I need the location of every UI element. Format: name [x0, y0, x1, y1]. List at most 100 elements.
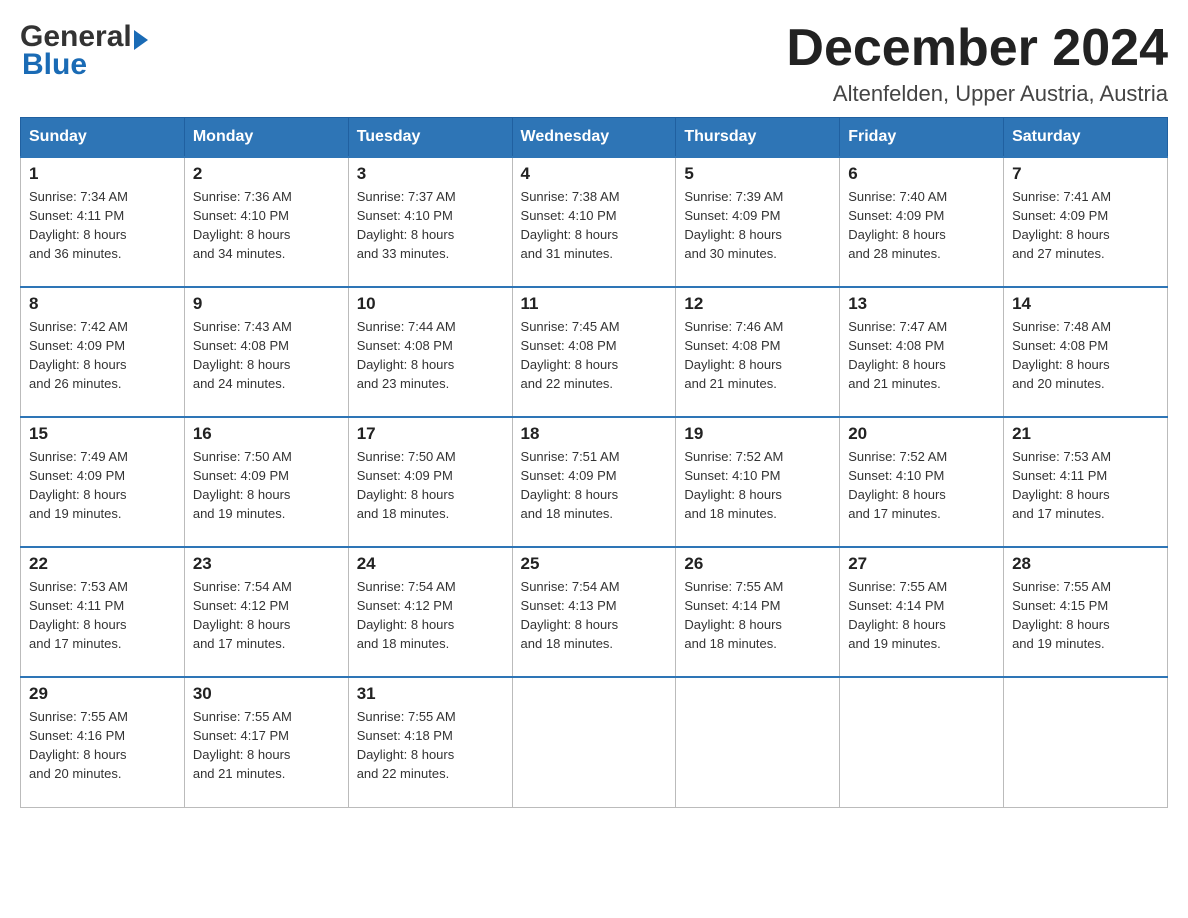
day-info: Sunrise: 7:48 AMSunset: 4:08 PMDaylight:…: [1012, 319, 1111, 391]
calendar-cell: 1 Sunrise: 7:34 AMSunset: 4:11 PMDayligh…: [21, 157, 185, 287]
day-info: Sunrise: 7:54 AMSunset: 4:12 PMDaylight:…: [357, 579, 456, 651]
day-number: 8: [29, 294, 176, 314]
calendar-cell: 28 Sunrise: 7:55 AMSunset: 4:15 PMDaylig…: [1004, 547, 1168, 677]
day-info: Sunrise: 7:55 AMSunset: 4:18 PMDaylight:…: [357, 709, 456, 781]
month-title: December 2024: [786, 20, 1168, 77]
day-info: Sunrise: 7:55 AMSunset: 4:15 PMDaylight:…: [1012, 579, 1111, 651]
day-number: 1: [29, 164, 176, 184]
day-info: Sunrise: 7:34 AMSunset: 4:11 PMDaylight:…: [29, 189, 128, 261]
day-info: Sunrise: 7:54 AMSunset: 4:13 PMDaylight:…: [521, 579, 620, 651]
day-info: Sunrise: 7:52 AMSunset: 4:10 PMDaylight:…: [684, 449, 783, 521]
week-row-1: 1 Sunrise: 7:34 AMSunset: 4:11 PMDayligh…: [21, 157, 1168, 287]
calendar-cell: 6 Sunrise: 7:40 AMSunset: 4:09 PMDayligh…: [840, 157, 1004, 287]
page-header: General Blue December 2024 Altenfelden, …: [20, 20, 1168, 107]
day-info: Sunrise: 7:47 AMSunset: 4:08 PMDaylight:…: [848, 319, 947, 391]
day-number: 3: [357, 164, 504, 184]
calendar-cell: 22 Sunrise: 7:53 AMSunset: 4:11 PMDaylig…: [21, 547, 185, 677]
day-info: Sunrise: 7:54 AMSunset: 4:12 PMDaylight:…: [193, 579, 292, 651]
day-info: Sunrise: 7:45 AMSunset: 4:08 PMDaylight:…: [521, 319, 620, 391]
calendar-cell: 5 Sunrise: 7:39 AMSunset: 4:09 PMDayligh…: [676, 157, 840, 287]
day-number: 30: [193, 684, 340, 704]
day-info: Sunrise: 7:50 AMSunset: 4:09 PMDaylight:…: [193, 449, 292, 521]
day-info: Sunrise: 7:44 AMSunset: 4:08 PMDaylight:…: [357, 319, 456, 391]
calendar-cell: [1004, 677, 1168, 807]
weekday-header-wednesday: Wednesday: [512, 118, 676, 158]
day-number: 11: [521, 294, 668, 314]
day-info: Sunrise: 7:55 AMSunset: 4:14 PMDaylight:…: [848, 579, 947, 651]
day-info: Sunrise: 7:52 AMSunset: 4:10 PMDaylight:…: [848, 449, 947, 521]
day-info: Sunrise: 7:37 AMSunset: 4:10 PMDaylight:…: [357, 189, 456, 261]
calendar-cell: 15 Sunrise: 7:49 AMSunset: 4:09 PMDaylig…: [21, 417, 185, 547]
day-number: 19: [684, 424, 831, 444]
day-info: Sunrise: 7:55 AMSunset: 4:16 PMDaylight:…: [29, 709, 128, 781]
calendar-cell: 19 Sunrise: 7:52 AMSunset: 4:10 PMDaylig…: [676, 417, 840, 547]
day-info: Sunrise: 7:50 AMSunset: 4:09 PMDaylight:…: [357, 449, 456, 521]
day-number: 15: [29, 424, 176, 444]
day-number: 9: [193, 294, 340, 314]
day-number: 29: [29, 684, 176, 704]
week-row-2: 8 Sunrise: 7:42 AMSunset: 4:09 PMDayligh…: [21, 287, 1168, 417]
calendar-cell: [840, 677, 1004, 807]
day-number: 27: [848, 554, 995, 574]
weekday-header-sunday: Sunday: [21, 118, 185, 158]
calendar-cell: 2 Sunrise: 7:36 AMSunset: 4:10 PMDayligh…: [184, 157, 348, 287]
calendar-cell: 27 Sunrise: 7:55 AMSunset: 4:14 PMDaylig…: [840, 547, 1004, 677]
week-row-5: 29 Sunrise: 7:55 AMSunset: 4:16 PMDaylig…: [21, 677, 1168, 807]
day-number: 13: [848, 294, 995, 314]
logo-arrow-icon: [134, 30, 148, 50]
calendar-cell: 11 Sunrise: 7:45 AMSunset: 4:08 PMDaylig…: [512, 287, 676, 417]
calendar-cell: [512, 677, 676, 807]
calendar-cell: 14 Sunrise: 7:48 AMSunset: 4:08 PMDaylig…: [1004, 287, 1168, 417]
calendar-cell: 31 Sunrise: 7:55 AMSunset: 4:18 PMDaylig…: [348, 677, 512, 807]
calendar-cell: 23 Sunrise: 7:54 AMSunset: 4:12 PMDaylig…: [184, 547, 348, 677]
day-info: Sunrise: 7:43 AMSunset: 4:08 PMDaylight:…: [193, 319, 292, 391]
day-number: 25: [521, 554, 668, 574]
calendar-cell: 25 Sunrise: 7:54 AMSunset: 4:13 PMDaylig…: [512, 547, 676, 677]
day-number: 22: [29, 554, 176, 574]
day-number: 28: [1012, 554, 1159, 574]
day-info: Sunrise: 7:41 AMSunset: 4:09 PMDaylight:…: [1012, 189, 1111, 261]
calendar-cell: 26 Sunrise: 7:55 AMSunset: 4:14 PMDaylig…: [676, 547, 840, 677]
calendar-cell: [676, 677, 840, 807]
week-row-4: 22 Sunrise: 7:53 AMSunset: 4:11 PMDaylig…: [21, 547, 1168, 677]
weekday-header-saturday: Saturday: [1004, 118, 1168, 158]
calendar-cell: 7 Sunrise: 7:41 AMSunset: 4:09 PMDayligh…: [1004, 157, 1168, 287]
day-number: 20: [848, 424, 995, 444]
title-area: December 2024 Altenfelden, Upper Austria…: [786, 20, 1168, 107]
day-number: 26: [684, 554, 831, 574]
logo-blue-text: Blue: [22, 48, 87, 82]
calendar-cell: 12 Sunrise: 7:46 AMSunset: 4:08 PMDaylig…: [676, 287, 840, 417]
day-info: Sunrise: 7:46 AMSunset: 4:08 PMDaylight:…: [684, 319, 783, 391]
calendar-cell: 30 Sunrise: 7:55 AMSunset: 4:17 PMDaylig…: [184, 677, 348, 807]
calendar-cell: 8 Sunrise: 7:42 AMSunset: 4:09 PMDayligh…: [21, 287, 185, 417]
calendar-cell: 16 Sunrise: 7:50 AMSunset: 4:09 PMDaylig…: [184, 417, 348, 547]
day-number: 16: [193, 424, 340, 444]
day-number: 7: [1012, 164, 1159, 184]
calendar-cell: 21 Sunrise: 7:53 AMSunset: 4:11 PMDaylig…: [1004, 417, 1168, 547]
week-row-3: 15 Sunrise: 7:49 AMSunset: 4:09 PMDaylig…: [21, 417, 1168, 547]
day-info: Sunrise: 7:39 AMSunset: 4:09 PMDaylight:…: [684, 189, 783, 261]
day-info: Sunrise: 7:51 AMSunset: 4:09 PMDaylight:…: [521, 449, 620, 521]
day-number: 14: [1012, 294, 1159, 314]
calendar-cell: 17 Sunrise: 7:50 AMSunset: 4:09 PMDaylig…: [348, 417, 512, 547]
day-number: 5: [684, 164, 831, 184]
calendar-cell: 24 Sunrise: 7:54 AMSunset: 4:12 PMDaylig…: [348, 547, 512, 677]
day-number: 18: [521, 424, 668, 444]
day-number: 6: [848, 164, 995, 184]
day-number: 24: [357, 554, 504, 574]
day-number: 21: [1012, 424, 1159, 444]
day-info: Sunrise: 7:38 AMSunset: 4:10 PMDaylight:…: [521, 189, 620, 261]
calendar-cell: 18 Sunrise: 7:51 AMSunset: 4:09 PMDaylig…: [512, 417, 676, 547]
calendar-cell: 20 Sunrise: 7:52 AMSunset: 4:10 PMDaylig…: [840, 417, 1004, 547]
day-number: 2: [193, 164, 340, 184]
day-number: 4: [521, 164, 668, 184]
calendar-cell: 29 Sunrise: 7:55 AMSunset: 4:16 PMDaylig…: [21, 677, 185, 807]
day-number: 10: [357, 294, 504, 314]
calendar-cell: 13 Sunrise: 7:47 AMSunset: 4:08 PMDaylig…: [840, 287, 1004, 417]
weekday-header-thursday: Thursday: [676, 118, 840, 158]
logo: General Blue: [20, 20, 148, 82]
weekday-header-tuesday: Tuesday: [348, 118, 512, 158]
day-info: Sunrise: 7:55 AMSunset: 4:14 PMDaylight:…: [684, 579, 783, 651]
weekday-header-row: SundayMondayTuesdayWednesdayThursdayFrid…: [21, 118, 1168, 158]
day-info: Sunrise: 7:42 AMSunset: 4:09 PMDaylight:…: [29, 319, 128, 391]
